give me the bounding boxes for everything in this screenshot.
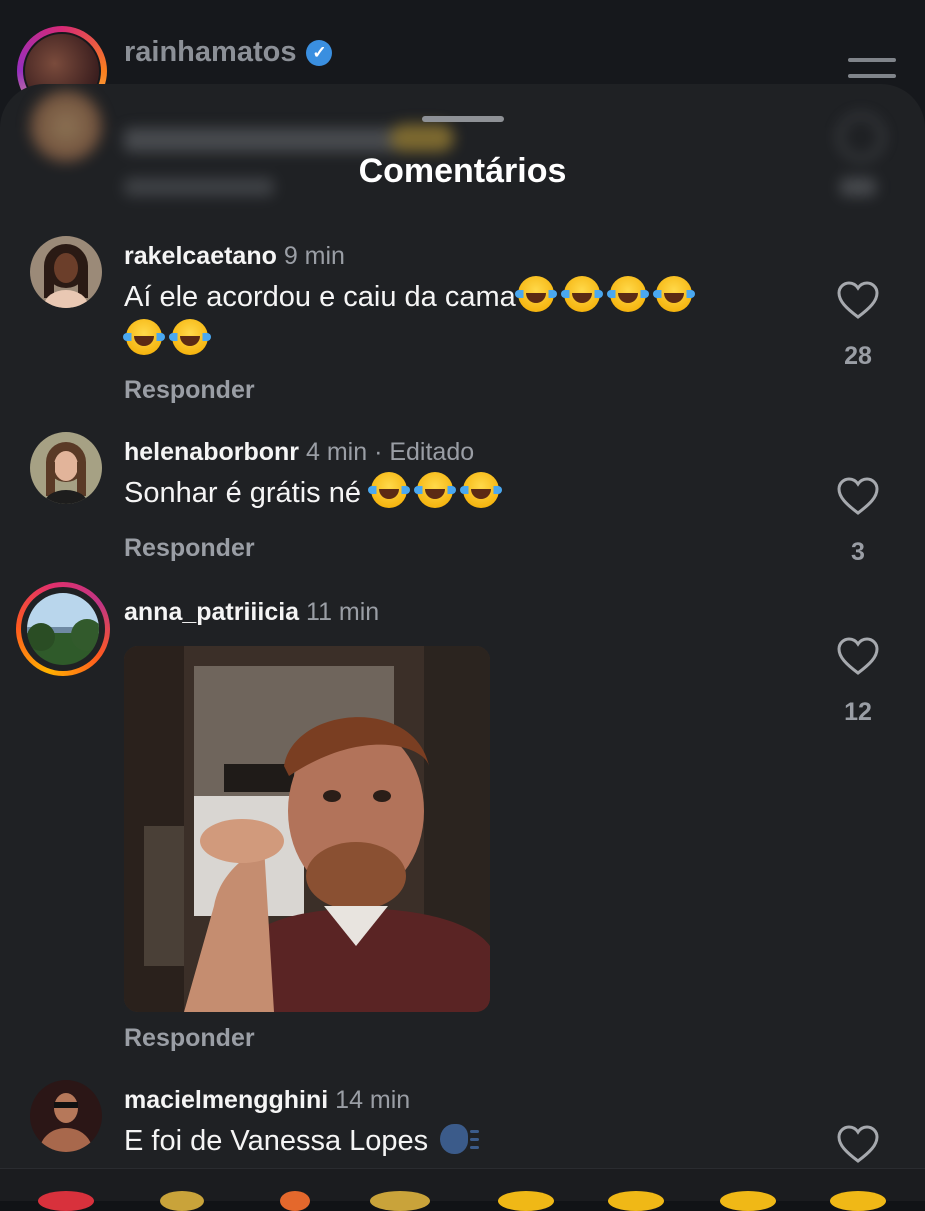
reply-button[interactable]: Responder xyxy=(124,1024,255,1053)
edited-label: · Editado xyxy=(374,438,475,466)
comment-time: 9 min xyxy=(283,242,345,270)
comment-text-content: Aí ele acordou e caiu da cama xyxy=(124,281,516,313)
laughing-emoji-icon[interactable] xyxy=(830,1191,886,1211)
tears-of-joy-emoji-icon xyxy=(652,276,695,312)
tears-of-joy-emoji-icon xyxy=(123,319,165,355)
commenter-avatar[interactable] xyxy=(30,236,102,308)
comment-text: E foi de Vanessa Lopes xyxy=(124,1120,804,1163)
commenter-avatar[interactable] xyxy=(30,432,102,504)
profile-username-row[interactable]: rainhamatos ✓ xyxy=(124,36,333,69)
heart-outline-icon[interactable] xyxy=(836,1124,880,1164)
sheet-title: Comentários xyxy=(358,152,567,190)
comments-sheet: Comentários rakelcaetano 9 min Aí ele ac… xyxy=(0,84,925,1200)
raised-hands-emoji-icon[interactable] xyxy=(370,1191,430,1211)
comment-username[interactable]: helenaborbonr xyxy=(124,438,299,466)
tears-of-joy-emoji-icon xyxy=(460,472,503,508)
like-count: 3 xyxy=(851,538,865,566)
comment-username[interactable]: macielmengghini xyxy=(124,1086,328,1114)
heart-eyes-emoji-icon[interactable] xyxy=(608,1191,664,1211)
tears-of-joy-emoji-icon xyxy=(169,319,212,355)
heart-outline-icon[interactable] xyxy=(836,476,880,516)
like-count: 12 xyxy=(844,698,872,726)
profile-username[interactable]: rainhamatos xyxy=(124,36,296,69)
commenter-avatar[interactable] xyxy=(27,593,99,665)
comment-text-content: Sonhar é grátis né xyxy=(124,477,370,509)
emoji-reaction-bar xyxy=(0,1168,925,1211)
comment-username[interactable]: rakelcaetano xyxy=(124,242,277,270)
comment-text: Aí ele acordou e caiu da cama xyxy=(123,276,804,362)
tears-of-joy-emoji-icon xyxy=(560,276,603,312)
surprised-emoji-icon[interactable] xyxy=(720,1191,776,1211)
comment-time: 14 min xyxy=(335,1086,411,1114)
story-ring[interactable] xyxy=(16,582,110,676)
clap-emoji-icon[interactable] xyxy=(160,1191,204,1211)
heart-emoji-icon[interactable] xyxy=(38,1191,94,1211)
reply-button[interactable]: Responder xyxy=(124,534,255,563)
gif-attachment[interactable] xyxy=(124,646,490,1012)
fire-emoji-icon[interactable] xyxy=(280,1191,310,1211)
verified-badge-icon: ✓ xyxy=(306,39,333,66)
blurred-pinned-comment xyxy=(0,84,925,214)
tears-of-joy-emoji-icon xyxy=(414,472,457,508)
comment-text-content: E foi de Vanessa Lopes xyxy=(124,1125,437,1157)
heart-outline-icon[interactable] xyxy=(836,636,880,676)
tears-of-joy-emoji-icon xyxy=(514,276,557,312)
like-count: 28 xyxy=(844,342,872,370)
tears-of-joy-emoji-icon xyxy=(368,472,411,508)
comment-username[interactable]: anna_patriiicia xyxy=(124,598,299,626)
comment-time: 4 min xyxy=(305,438,368,466)
heart-outline-icon[interactable] xyxy=(836,280,880,320)
comment-text: Sonhar é grátis né xyxy=(124,472,804,515)
tears-of-joy-emoji-icon xyxy=(606,276,649,312)
commenter-avatar[interactable] xyxy=(30,1080,102,1152)
speaking-head-emoji-icon xyxy=(440,1122,480,1156)
comment-time: 11 min xyxy=(306,598,380,626)
reply-button[interactable]: Responder xyxy=(124,376,255,405)
crying-face-emoji-icon[interactable] xyxy=(498,1191,554,1211)
sheet-grabber-handle[interactable] xyxy=(422,116,504,122)
